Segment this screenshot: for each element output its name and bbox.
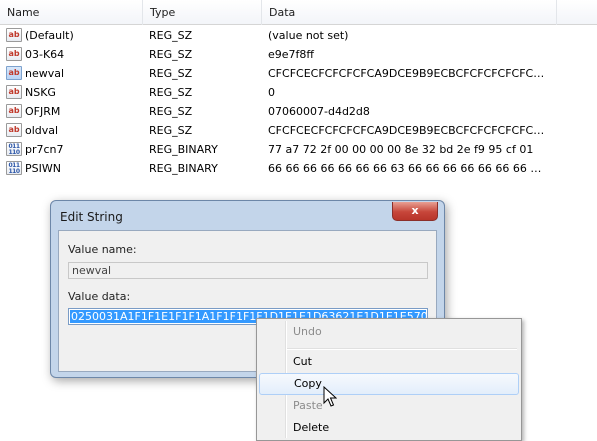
value-name: NSKG: [25, 86, 56, 99]
menu-item-undo[interactable]: Undo: [259, 321, 519, 343]
value-name: (Default): [25, 29, 74, 42]
close-button[interactable]: x: [392, 202, 438, 221]
value-data: CFCFCECFCFCFCFCA9DCE9B9ECBCFCFCFCFCFCF..…: [268, 124, 548, 137]
close-icon: x: [411, 204, 419, 217]
menu-separator: [287, 348, 517, 350]
string-value-icon: ab: [6, 28, 22, 42]
string-value-icon: ab: [6, 104, 22, 118]
menu-item-paste[interactable]: Paste: [259, 395, 519, 417]
string-value-icon: ab: [6, 47, 22, 61]
value-name: PSIWN: [25, 162, 61, 175]
string-value-icon: ab: [6, 66, 22, 80]
binary-value-icon: 011 110: [6, 142, 22, 156]
string-value-icon: ab: [6, 123, 22, 137]
value-name: newval: [25, 67, 65, 80]
value-name-field: newval: [68, 262, 428, 279]
value-name: pr7cn7: [25, 143, 64, 156]
value-type: REG_BINARY: [149, 162, 218, 175]
dialog-title: Edit String: [60, 210, 123, 224]
column-header-name[interactable]: Name: [0, 0, 143, 25]
value-type: REG_SZ: [149, 67, 193, 80]
value-type: REG_SZ: [149, 86, 193, 99]
value-name: oldval: [25, 124, 59, 137]
value-type: REG_BINARY: [149, 143, 218, 156]
value-name-label: Value name:: [68, 243, 137, 256]
value-name: OFJRM: [25, 105, 61, 118]
menu-item-cut[interactable]: Cut: [259, 351, 519, 373]
list-item[interactable]: ab 03-K64 REG_SZ e9e7f8ff: [0, 45, 597, 64]
list-item[interactable]: ab (Default) REG_SZ (value not set): [0, 26, 597, 45]
value-type: REG_SZ: [149, 29, 193, 42]
value-type: REG_SZ: [149, 105, 193, 118]
value-data: 0: [268, 86, 275, 99]
column-header-data[interactable]: Data: [262, 0, 557, 25]
menu-item-delete[interactable]: Delete: [259, 417, 519, 439]
value-name: 03-K64: [25, 48, 65, 61]
list-item-selected[interactable]: ab newval REG_SZ CFCFCECFCFCFCFCA9DCE9B9E…: [0, 64, 597, 83]
list-item[interactable]: 011 110 PSIWN REG_BINARY 66 66 66 66 66 66…: [0, 159, 597, 178]
menu-item-copy[interactable]: Copy: [259, 373, 519, 395]
value-type: REG_SZ: [149, 48, 193, 61]
context-menu: Undo Cut Copy Paste Delete: [256, 318, 522, 441]
value-data: 66 66 66 66 66 66 66 63 66 66 66 66 66 6…: [268, 162, 548, 175]
list-header: Name Type Data: [0, 0, 597, 25]
string-value-icon: ab: [6, 85, 22, 99]
value-data: 07060007-d4d2d8: [268, 105, 370, 118]
list-item[interactable]: ab oldval REG_SZ CFCFCECFCFCFCFCA9DCE9B9E…: [0, 121, 597, 140]
list-item[interactable]: ab NSKG REG_SZ 0: [0, 83, 597, 102]
column-header-type[interactable]: Type: [143, 0, 262, 25]
value-data: CFCFCECFCFCFCFCA9DCE9B9ECBCFCFCFCFCFCF..…: [268, 67, 548, 80]
mouse-pointer-icon: [323, 386, 337, 407]
list-item[interactable]: 011 110 pr7cn7 REG_BINARY 77 a7 72 2f 00 0…: [0, 140, 597, 159]
value-type: REG_SZ: [149, 124, 193, 137]
value-data: e9e7f8ff: [268, 48, 314, 61]
value-data: (value not set): [268, 29, 349, 42]
binary-value-icon: 011 110: [6, 161, 22, 175]
value-data-label: Value data:: [68, 290, 131, 303]
list-item[interactable]: ab OFJRM REG_SZ 07060007-d4d2d8: [0, 102, 597, 121]
registry-value-list: ab (Default) REG_SZ (value not set) ab 03-…: [0, 26, 597, 178]
value-data: 77 a7 72 2f 00 00 00 00 8e 32 bd 2e f9 9…: [268, 143, 534, 156]
